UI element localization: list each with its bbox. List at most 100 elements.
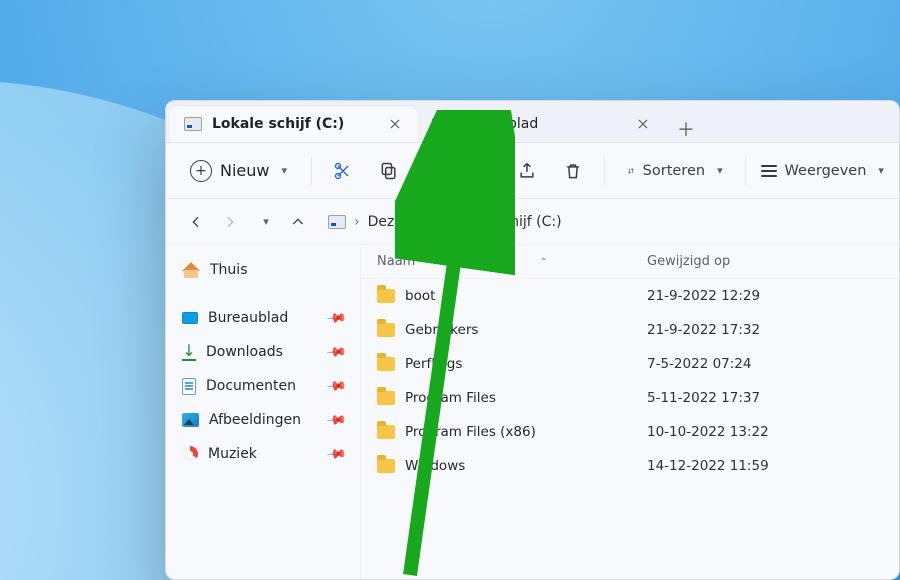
paste-button[interactable] bbox=[414, 151, 456, 191]
sidebar-item-home[interactable]: Thuis bbox=[172, 253, 354, 287]
tab-label: Lokale schijf (C:) bbox=[212, 116, 374, 132]
arrow-right-icon bbox=[222, 214, 238, 230]
chevron-down-icon: ▾ bbox=[878, 164, 884, 177]
sidebar-item-label: Documenten bbox=[206, 378, 296, 394]
share-button[interactable] bbox=[506, 151, 548, 191]
separator bbox=[311, 157, 312, 185]
folder-icon bbox=[377, 357, 395, 371]
rename-icon bbox=[471, 161, 491, 181]
pin-icon: 📌 bbox=[325, 443, 347, 465]
title-bar: Lokale schijf (C:) Bureaublad ＋ bbox=[166, 101, 899, 143]
tab-desktop[interactable]: Bureaublad bbox=[418, 106, 666, 142]
chevron-down-icon: ▾ bbox=[717, 164, 723, 177]
column-headers: Naam ⌃ Gewijzigd op bbox=[361, 245, 899, 279]
trash-icon bbox=[563, 161, 583, 181]
chevron-down-icon: ▾ bbox=[281, 164, 287, 177]
navigation-pane: Thuis Bureaublad 📌 ↓ Downloads 📌 Documen… bbox=[166, 245, 361, 579]
arrow-up-icon bbox=[290, 214, 306, 230]
column-header-modified[interactable]: Gewijzigd op bbox=[647, 254, 883, 269]
sidebar-item-desktop[interactable]: Bureaublad 📌 bbox=[172, 301, 354, 335]
drive-icon bbox=[328, 215, 346, 229]
forward-button[interactable] bbox=[214, 206, 246, 238]
new-button-label: Nieuw bbox=[220, 161, 269, 180]
separator bbox=[604, 157, 605, 185]
sidebar-item-downloads[interactable]: ↓ Downloads 📌 bbox=[172, 335, 354, 369]
delete-button[interactable] bbox=[552, 151, 594, 191]
desktop-icon bbox=[182, 312, 198, 324]
sidebar-item-documents[interactable]: Documenten 📌 bbox=[172, 369, 354, 403]
clipboard-icon bbox=[425, 161, 445, 181]
main-area: Thuis Bureaublad 📌 ↓ Downloads 📌 Documen… bbox=[166, 245, 899, 579]
view-label: Weergeven bbox=[785, 163, 867, 179]
pin-icon: 📌 bbox=[325, 307, 347, 329]
pin-icon: 📌 bbox=[325, 375, 347, 397]
file-explorer-window: Lokale schijf (C:) Bureaublad ＋ + Nieuw … bbox=[165, 100, 900, 580]
arrow-left-icon bbox=[188, 214, 204, 230]
sidebar-item-music[interactable]: Muziek 📌 bbox=[172, 437, 354, 471]
copy-icon bbox=[379, 161, 399, 181]
file-modified: 10-10-2022 13:22 bbox=[647, 424, 883, 440]
pictures-icon bbox=[182, 413, 199, 427]
back-button[interactable] bbox=[180, 206, 212, 238]
pin-icon: 📌 bbox=[325, 341, 347, 363]
sort-label: Sorteren bbox=[643, 163, 705, 179]
sidebar-item-label: Afbeeldingen bbox=[209, 412, 301, 428]
table-row[interactable]: Program Files5-11-2022 17:37 bbox=[361, 381, 899, 415]
folder-icon bbox=[377, 425, 395, 439]
list-icon bbox=[761, 165, 777, 177]
rename-button[interactable] bbox=[460, 151, 502, 191]
up-button[interactable] bbox=[282, 206, 314, 238]
file-name: Program Files bbox=[405, 390, 496, 406]
table-row[interactable]: Windows 14-12-2022 11:59 bbox=[361, 449, 899, 483]
view-button[interactable]: Weergeven ▾ bbox=[755, 151, 889, 191]
column-header-name[interactable]: Naam ⌃ bbox=[377, 254, 647, 269]
separator bbox=[745, 157, 746, 185]
share-icon bbox=[517, 161, 537, 181]
folder-icon bbox=[377, 323, 395, 337]
file-name: boot bbox=[405, 288, 435, 304]
breadcrumb-leaf[interactable]: Lokale schijf (C:) bbox=[446, 214, 562, 230]
sort-button[interactable]: Sorteren ▾ bbox=[615, 151, 735, 191]
new-tab-button[interactable]: ＋ bbox=[666, 116, 706, 142]
tab-local-disk-c[interactable]: Lokale schijf (C:) bbox=[170, 106, 418, 142]
file-modified: 21-9-2022 17:32 bbox=[647, 322, 883, 338]
chevron-right-icon: › bbox=[432, 214, 438, 230]
chevron-down-icon: ▾ bbox=[263, 215, 269, 228]
close-icon[interactable] bbox=[384, 113, 406, 135]
new-button[interactable]: + Nieuw ▾ bbox=[176, 151, 301, 191]
file-name: Windows bbox=[405, 458, 465, 474]
sidebar-item-label: Thuis bbox=[210, 262, 247, 278]
drive-icon bbox=[184, 117, 202, 131]
recent-locations-button[interactable]: ▾ bbox=[248, 206, 280, 238]
table-row[interactable]: boot21-9-2022 12:29 bbox=[361, 279, 899, 313]
address-bar-row: ▾ › Deze pc › Lokale schijf (C:) bbox=[166, 199, 899, 245]
tab-strip: Lokale schijf (C:) Bureaublad ＋ bbox=[166, 101, 706, 142]
copy-button[interactable] bbox=[368, 151, 410, 191]
sidebar-item-label: Muziek bbox=[208, 446, 257, 462]
folder-icon bbox=[377, 391, 395, 405]
table-row[interactable]: PerfLogs 7-5-2022 07:24 bbox=[361, 347, 899, 381]
file-modified: 7-5-2022 07:24 bbox=[647, 356, 883, 372]
music-icon bbox=[182, 446, 198, 462]
home-icon bbox=[182, 262, 200, 278]
folder-icon bbox=[377, 459, 395, 473]
breadcrumb[interactable]: › Deze pc › Lokale schijf (C:) bbox=[328, 214, 562, 230]
table-row[interactable]: Program Files (x86)10-10-2022 13:22 bbox=[361, 415, 899, 449]
cut-button[interactable] bbox=[322, 151, 364, 191]
file-name: PerfLogs bbox=[405, 356, 462, 372]
sidebar-item-pictures[interactable]: Afbeeldingen 📌 bbox=[172, 403, 354, 437]
close-icon[interactable] bbox=[632, 113, 654, 135]
tab-label: Bureaublad bbox=[458, 116, 622, 132]
sort-icon bbox=[627, 161, 635, 181]
desktop-icon bbox=[432, 118, 448, 130]
breadcrumb-root[interactable]: Deze pc bbox=[368, 214, 424, 230]
file-modified: 14-12-2022 11:59 bbox=[647, 458, 883, 474]
file-list-pane: Naam ⌃ Gewijzigd op boot21-9-2022 12:29G… bbox=[361, 245, 899, 579]
file-name: Gebruikers bbox=[405, 322, 478, 338]
pin-icon: 📌 bbox=[325, 409, 347, 431]
chevron-right-icon: › bbox=[354, 214, 360, 230]
command-bar: + Nieuw ▾ Sorteren ▾ bbox=[166, 143, 899, 199]
folder-icon bbox=[377, 289, 395, 303]
sidebar-item-label: Bureaublad bbox=[208, 310, 288, 326]
table-row[interactable]: Gebruikers 21-9-2022 17:32 bbox=[361, 313, 899, 347]
